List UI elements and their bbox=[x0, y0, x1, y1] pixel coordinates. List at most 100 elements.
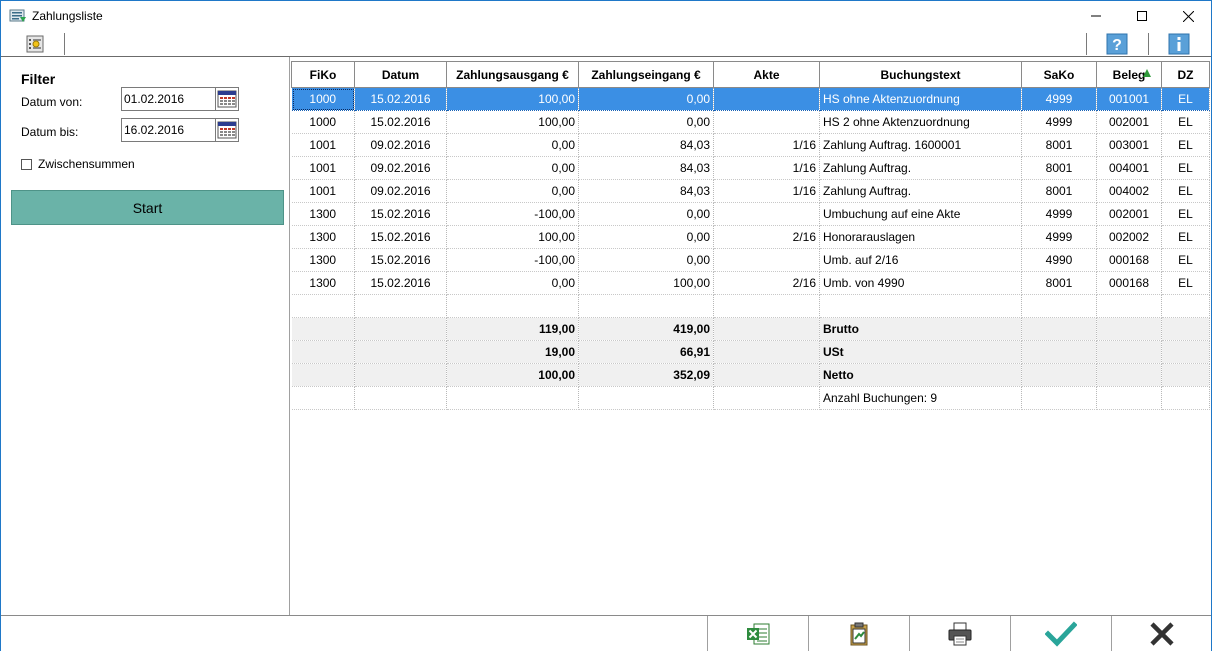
cell-buchungstext: HS ohne Aktenzuordnung bbox=[819, 87, 1022, 111]
cell-empty bbox=[354, 386, 447, 410]
cell-fiko: 1000 bbox=[291, 87, 355, 111]
maximize-button[interactable] bbox=[1119, 1, 1165, 31]
cell-empty bbox=[291, 294, 355, 318]
start-button[interactable]: Start bbox=[11, 190, 284, 225]
table-row[interactable]: 1000 15.02.2016 100,00 0,00 HS 2 ohne Aktenz… bbox=[291, 110, 1210, 134]
cell-akte: 2/16 bbox=[713, 271, 820, 295]
toolbar: ? bbox=[1, 31, 1211, 57]
cell-eingang: 0,00 bbox=[578, 248, 714, 272]
cell-akte bbox=[713, 87, 820, 111]
cell-eingang: 100,00 bbox=[578, 271, 714, 295]
table-row[interactable]: 1300 15.02.2016 100,00 0,00 2/16 Honorarausla… bbox=[291, 225, 1210, 249]
print-button[interactable] bbox=[909, 616, 1010, 651]
column-header-buchungstext[interactable]: Buchungstext bbox=[819, 61, 1022, 88]
export-excel-button[interactable] bbox=[707, 616, 808, 651]
copy-clipboard-button[interactable] bbox=[808, 616, 909, 651]
cell-empty bbox=[578, 386, 714, 410]
ok-button[interactable] bbox=[1010, 616, 1111, 651]
cell-fiko: 1300 bbox=[291, 248, 355, 272]
table-row[interactable]: 1300 15.02.2016 -100,00 0,00 Umb. auf 2/16 49… bbox=[291, 248, 1210, 272]
summary-ausgang: 19,00 bbox=[446, 340, 579, 364]
cell-datum: 09.02.2016 bbox=[354, 156, 447, 180]
cell-dz: EL bbox=[1161, 271, 1210, 295]
datum-bis-calendar-button[interactable] bbox=[215, 118, 239, 142]
cell-beleg: 000168 bbox=[1096, 271, 1162, 295]
cell-empty bbox=[354, 340, 447, 364]
column-header-zahlungseingang[interactable]: Zahlungseingang € bbox=[578, 61, 714, 88]
cell-beleg: 004002 bbox=[1096, 179, 1162, 203]
cell-fiko: 1001 bbox=[291, 133, 355, 157]
cell-fiko: 1000 bbox=[291, 110, 355, 134]
cancel-button[interactable] bbox=[1111, 616, 1212, 651]
cell-ausgang: 100,00 bbox=[446, 110, 579, 134]
column-header-akte[interactable]: Akte bbox=[713, 61, 820, 88]
table-row[interactable]: 1001 09.02.2016 0,00 84,03 1/16 Zahlung Auftr… bbox=[291, 133, 1210, 157]
cell-fiko: 1300 bbox=[291, 225, 355, 249]
column-header-sako[interactable]: SaKo bbox=[1021, 61, 1097, 88]
cell-dz: EL bbox=[1161, 179, 1210, 203]
cell-ausgang: 0,00 bbox=[446, 156, 579, 180]
payment-grid: FiKo Datum Zahlungsausgang € Zahlungsein… bbox=[291, 61, 1211, 410]
help-button[interactable]: ? bbox=[1106, 33, 1128, 55]
cell-buchungstext: HS 2 ohne Aktenzuordnung bbox=[819, 110, 1022, 134]
cell-empty bbox=[1096, 363, 1162, 387]
cell-empty bbox=[291, 317, 355, 341]
cell-empty bbox=[354, 363, 447, 387]
table-row[interactable]: 1001 09.02.2016 0,00 84,03 1/16 Zahlung Auftr… bbox=[291, 156, 1210, 180]
datum-von-label: Datum von: bbox=[21, 95, 83, 109]
table-row[interactable]: 1001 09.02.2016 0,00 84,03 1/16 Zahlung Auftr… bbox=[291, 179, 1210, 203]
column-header-zahlungsausgang[interactable]: Zahlungsausgang € bbox=[446, 61, 579, 88]
column-header-datum[interactable]: Datum bbox=[354, 61, 447, 88]
cell-beleg: 001001 bbox=[1096, 87, 1162, 111]
close-window-button[interactable] bbox=[1165, 1, 1211, 31]
cell-ausgang: 0,00 bbox=[446, 179, 579, 203]
info-button[interactable] bbox=[1168, 33, 1190, 55]
cell-sako: 8001 bbox=[1021, 156, 1097, 180]
minimize-button[interactable] bbox=[1073, 1, 1119, 31]
column-header-dz[interactable]: DZ bbox=[1161, 61, 1210, 88]
datum-von-input[interactable] bbox=[121, 87, 216, 111]
table-header-row: FiKo Datum Zahlungsausgang € Zahlungsein… bbox=[291, 61, 1210, 88]
datum-bis-input[interactable] bbox=[121, 118, 216, 142]
column-header-beleg[interactable]: Beleg bbox=[1096, 61, 1162, 88]
cell-empty bbox=[713, 363, 820, 387]
cell-beleg: 004001 bbox=[1096, 156, 1162, 180]
cell-ausgang: -100,00 bbox=[446, 202, 579, 226]
table-row[interactable]: 1300 15.02.2016 -100,00 0,00 Umbuchung auf e… bbox=[291, 202, 1210, 226]
svg-text:?: ? bbox=[1112, 37, 1122, 54]
cell-eingang: 84,03 bbox=[578, 156, 714, 180]
zwischensummen-checkbox[interactable] bbox=[21, 159, 32, 170]
summary-ausgang: 100,00 bbox=[446, 363, 579, 387]
checkmark-icon bbox=[1045, 621, 1077, 647]
info-icon bbox=[1168, 33, 1190, 55]
summary-row: 100,00 352,09 Netto bbox=[291, 363, 1210, 387]
filter-settings-icon bbox=[26, 35, 44, 53]
table-row[interactable]: 1300 15.02.2016 0,00 100,00 2/16 Umb. von 499… bbox=[291, 271, 1210, 295]
cell-empty bbox=[1096, 294, 1162, 318]
cell-buchungstext: Honorarauslagen bbox=[819, 225, 1022, 249]
cell-empty bbox=[1161, 317, 1210, 341]
cell-eingang: 0,00 bbox=[578, 225, 714, 249]
column-header-fiko[interactable]: FiKo bbox=[291, 61, 355, 88]
cell-beleg: 002001 bbox=[1096, 202, 1162, 226]
cell-beleg: 000168 bbox=[1096, 248, 1162, 272]
cell-empty bbox=[1021, 294, 1097, 318]
table-row[interactable]: 1000 15.02.2016 100,00 0,00 HS ohne Aktenzuo… bbox=[291, 87, 1210, 111]
cell-dz: EL bbox=[1161, 133, 1210, 157]
payment-table: FiKo Datum Zahlungsausgang € Zahlungsein… bbox=[291, 61, 1210, 410]
summary-eingang: 66,91 bbox=[578, 340, 714, 364]
cell-dz: EL bbox=[1161, 202, 1210, 226]
cell-sako: 4999 bbox=[1021, 87, 1097, 111]
title-bar: Zahlungsliste bbox=[1, 1, 1211, 31]
cell-empty bbox=[819, 294, 1022, 318]
cell-fiko: 1300 bbox=[291, 271, 355, 295]
cell-akte: 1/16 bbox=[713, 179, 820, 203]
cell-sako: 4990 bbox=[1021, 248, 1097, 272]
calendar-icon bbox=[217, 90, 237, 108]
filter-settings-button[interactable] bbox=[24, 33, 46, 55]
cell-eingang: 0,00 bbox=[578, 110, 714, 134]
cell-akte: 1/16 bbox=[713, 156, 820, 180]
cell-empty bbox=[713, 386, 820, 410]
cell-beleg: 003001 bbox=[1096, 133, 1162, 157]
datum-von-calendar-button[interactable] bbox=[215, 87, 239, 111]
